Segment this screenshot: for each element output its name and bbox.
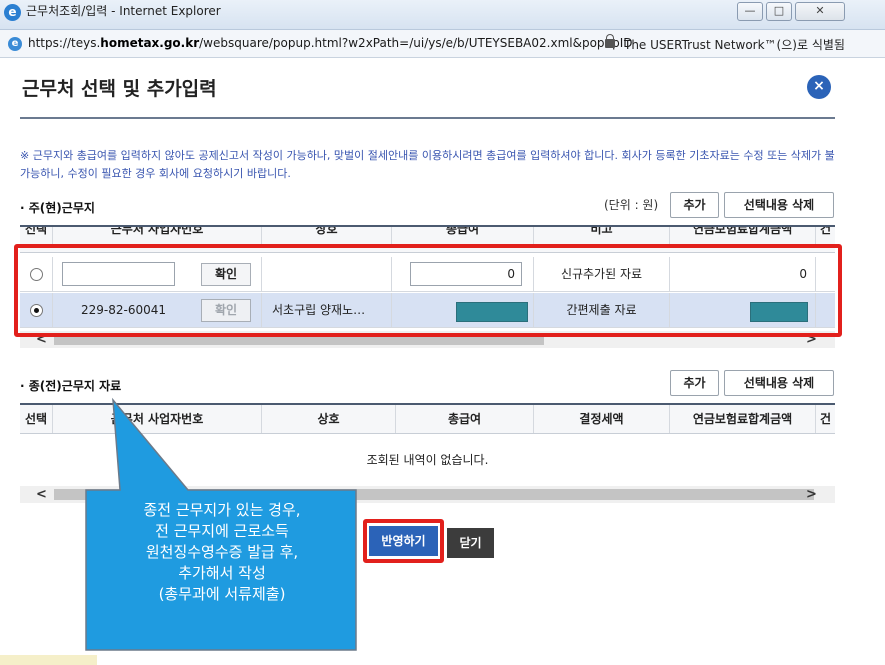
callout-text: 종전 근무지가 있는 경우, 전 근무지에 근로소득 원천징수영수증 발급 후,… (86, 500, 358, 605)
callout-line: 종전 근무지가 있는 경우, (143, 501, 301, 519)
callout-line: 전 근무지에 근로소득 (155, 522, 289, 540)
corner-artifact (0, 655, 97, 665)
callout-line: (총무과에 서류제출) (158, 585, 286, 603)
callout-line: 원천징수영수증 발급 후, (145, 543, 299, 561)
callout-line: 추가해서 작성 (178, 564, 266, 582)
